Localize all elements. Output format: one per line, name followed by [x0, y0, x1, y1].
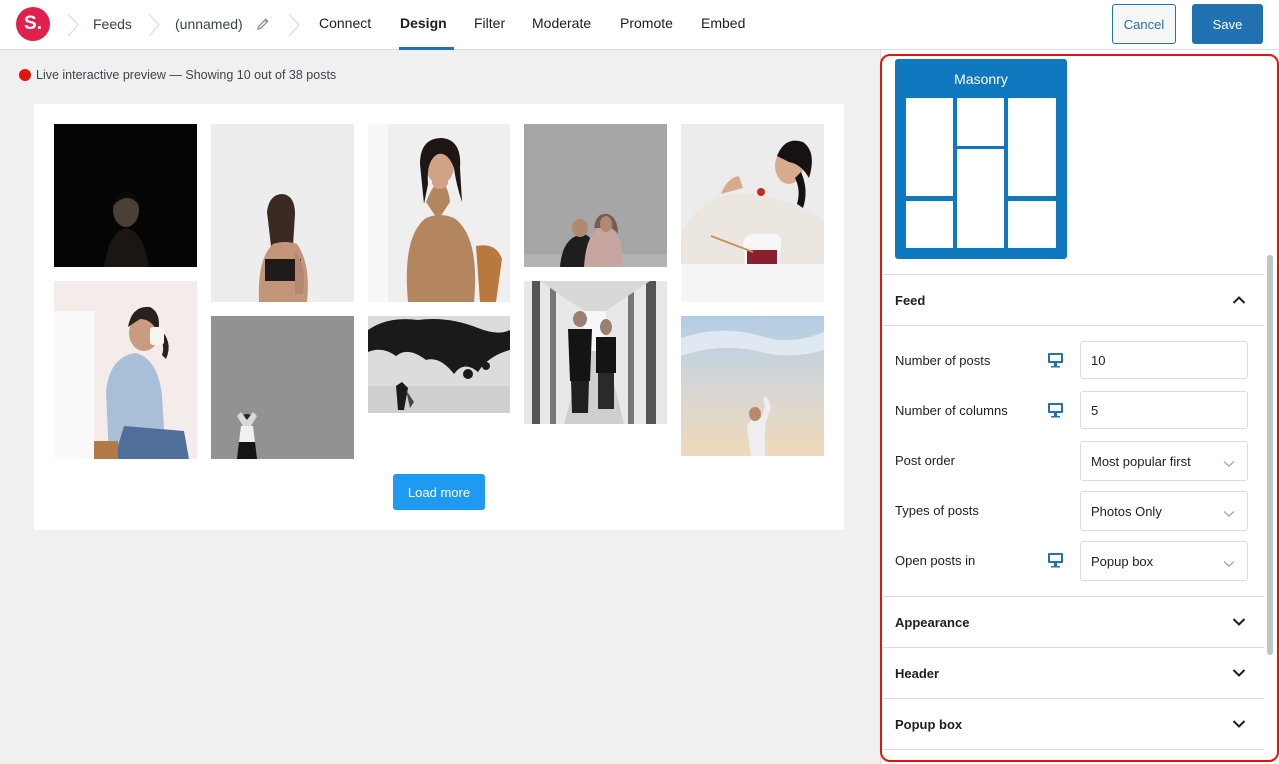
- number-of-posts-value: 10: [1091, 352, 1106, 368]
- masonry-cell: [906, 201, 953, 248]
- breadcrumb-chevron-icon: [67, 13, 79, 37]
- chevron-down-icon: [1223, 456, 1235, 467]
- layout-option-masonry[interactable]: Masonry: [895, 59, 1067, 259]
- cancel-button[interactable]: Cancel: [1112, 4, 1176, 44]
- types-of-posts-select[interactable]: Photos Only: [1080, 491, 1248, 531]
- active-tab-indicator: [399, 47, 454, 50]
- feed-post-image[interactable]: [681, 124, 824, 302]
- masonry-cell: [1008, 201, 1056, 248]
- section-divider: [883, 596, 1264, 597]
- masonry-cell: [1008, 98, 1056, 196]
- chevron-down-icon: [1223, 506, 1235, 517]
- preview-status: Live interactive preview — Showing 10 ou…: [36, 68, 337, 82]
- types-of-posts-label: Types of posts: [895, 503, 979, 518]
- app-logo[interactable]: S.: [16, 7, 50, 41]
- number-of-posts-input[interactable]: 10: [1080, 341, 1248, 379]
- open-posts-in-value: Popup box: [1091, 553, 1154, 569]
- masonry-cell: [957, 98, 1004, 146]
- chevron-up-icon[interactable]: [1232, 295, 1246, 305]
- chevron-down-icon: [1223, 556, 1235, 567]
- sidebar-scrollbar[interactable]: [1267, 255, 1273, 655]
- post-order-select[interactable]: Most popular first: [1080, 441, 1248, 481]
- section-divider: [883, 274, 1264, 275]
- feed-post-image[interactable]: [54, 124, 197, 267]
- section-divider: [883, 647, 1264, 648]
- chevron-down-icon[interactable]: [1232, 617, 1246, 627]
- tab-connect[interactable]: Connect: [319, 15, 371, 31]
- feed-post-image[interactable]: [524, 281, 667, 424]
- post-order-label: Post order: [895, 453, 955, 468]
- breadcrumb-chevron-icon: [288, 13, 300, 37]
- post-order-value: Most popular first: [1091, 453, 1191, 469]
- tab-design[interactable]: Design: [400, 15, 447, 31]
- section-divider: [883, 698, 1264, 699]
- desktop-icon[interactable]: [1047, 552, 1064, 568]
- section-appearance-title[interactable]: Appearance: [895, 615, 969, 630]
- top-bar: S. Feeds (unnamed) Connect Design Filter…: [0, 0, 1279, 50]
- feed-post-image[interactable]: [681, 316, 824, 456]
- number-of-columns-label: Number of columns: [895, 403, 1008, 418]
- breadcrumb-feeds[interactable]: Feeds: [93, 16, 132, 32]
- feed-post-image[interactable]: [368, 124, 510, 302]
- desktop-icon[interactable]: [1047, 402, 1064, 418]
- section-divider: [883, 325, 1264, 326]
- open-posts-in-label: Open posts in: [895, 553, 976, 568]
- pencil-icon[interactable]: [255, 16, 271, 32]
- masonry-cell: [957, 149, 1004, 248]
- open-posts-in-select[interactable]: Popup box: [1080, 541, 1248, 581]
- section-header-title[interactable]: Header: [895, 666, 939, 681]
- feed-name[interactable]: (unnamed): [175, 16, 243, 32]
- live-indicator-icon: [19, 69, 31, 81]
- section-feed-title[interactable]: Feed: [895, 293, 925, 308]
- save-button[interactable]: Save: [1192, 4, 1263, 44]
- chevron-down-icon[interactable]: [1232, 668, 1246, 678]
- section-divider: [883, 749, 1264, 750]
- types-of-posts-value: Photos Only: [1091, 503, 1162, 519]
- tab-promote[interactable]: Promote: [620, 15, 673, 31]
- desktop-icon[interactable]: [1047, 352, 1064, 368]
- tab-moderate[interactable]: Moderate: [532, 15, 591, 31]
- number-of-posts-label: Number of posts: [895, 353, 991, 368]
- feed-post-image[interactable]: [368, 316, 510, 413]
- section-popup-title[interactable]: Popup box: [895, 717, 962, 732]
- load-more-button[interactable]: Load more: [393, 474, 485, 510]
- logo-text: S.: [24, 13, 42, 34]
- feed-post-image[interactable]: [211, 316, 354, 459]
- feed-post-image[interactable]: [54, 281, 197, 459]
- chevron-down-icon[interactable]: [1232, 719, 1246, 729]
- feed-post-image[interactable]: [524, 124, 667, 267]
- tab-filter[interactable]: Filter: [474, 15, 505, 31]
- feed-post-image[interactable]: [211, 124, 354, 302]
- masonry-cell: [906, 98, 953, 196]
- number-of-columns-value: 5: [1091, 402, 1099, 418]
- number-of-columns-input[interactable]: 5: [1080, 391, 1248, 429]
- tab-embed[interactable]: Embed: [701, 15, 745, 31]
- breadcrumb-chevron-icon: [148, 13, 160, 37]
- layout-option-label: Masonry: [954, 71, 1008, 87]
